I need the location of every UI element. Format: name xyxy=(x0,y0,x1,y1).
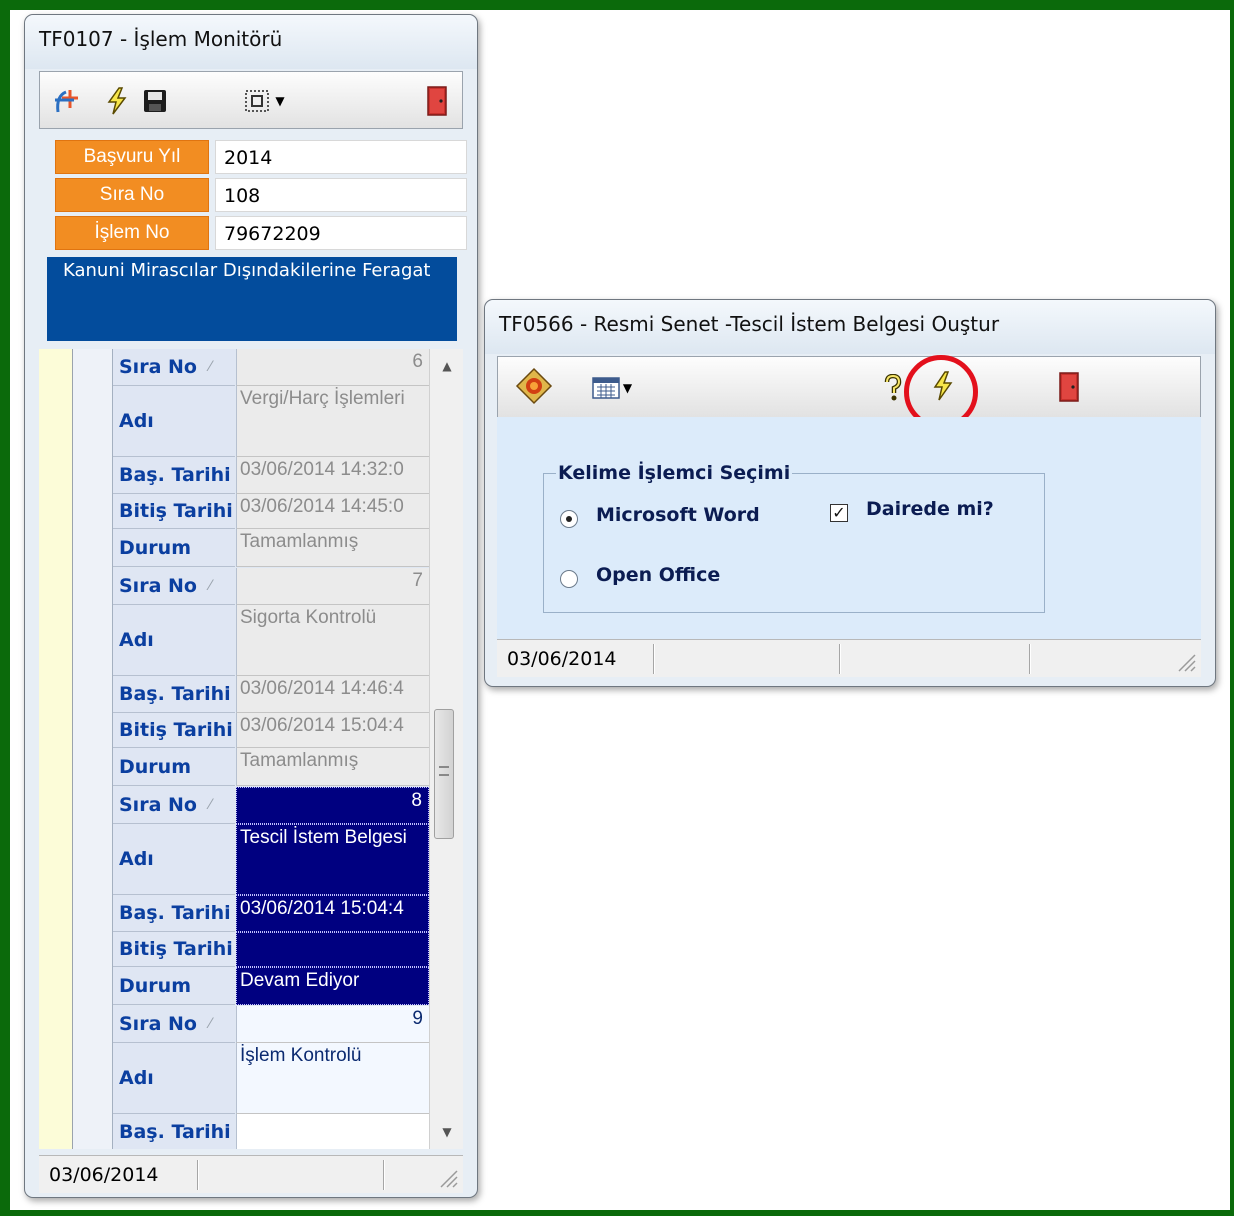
resize-grip-icon[interactable] xyxy=(437,1167,459,1189)
adi-label: Adı xyxy=(113,824,235,895)
grip-icon xyxy=(439,766,449,776)
status-divider xyxy=(1029,644,1031,674)
dairede-mi-checkbox[interactable]: ✓ xyxy=(830,504,848,522)
dialog-content: Kelime İşlemci Seçimi Microsoft Word Ope… xyxy=(497,417,1201,639)
status-date: 03/06/2014 xyxy=(49,1164,159,1186)
sira-no-label: Sıra No ⁄ xyxy=(113,1006,235,1043)
adi-label: Adı xyxy=(113,605,235,676)
resmi-senet-window: TF0566 - Resmi Senet -Tescil İstem Belge… xyxy=(484,299,1216,687)
sira-no-value[interactable]: 6 xyxy=(236,349,429,386)
status-divider xyxy=(839,644,841,674)
lightning-icon[interactable] xyxy=(100,84,134,118)
exit-door-icon[interactable] xyxy=(1052,370,1086,404)
durum-label: Durum xyxy=(113,748,235,786)
exit-door-icon[interactable] xyxy=(420,84,454,118)
sira-no-label: Sıra No ⁄ xyxy=(113,787,235,824)
open-office-label[interactable]: Open Office xyxy=(596,564,720,586)
adi-label: Adı xyxy=(113,386,235,457)
vertical-scrollbar[interactable]: ▲ ▼ xyxy=(429,349,463,1149)
bas-tarihi-value[interactable] xyxy=(236,1114,429,1149)
group-title: Kelime İşlemci Seçimi xyxy=(556,462,793,484)
status-date: 03/06/2014 xyxy=(507,648,617,670)
durum-value[interactable]: Tamamlanmış xyxy=(236,529,429,567)
grid-indent xyxy=(73,349,113,1149)
status-divider xyxy=(653,644,655,674)
adi-value[interactable]: Tescil İstem Belgesi xyxy=(236,824,429,895)
window-title: TF0566 - Resmi Senet -Tescil İstem Belge… xyxy=(485,300,1215,354)
status-bar: 03/06/2014 xyxy=(39,1155,463,1193)
islem-monitoru-window: TF0107 - İşlem Monitörü ▼ Başvuru Yıl 20… xyxy=(24,14,478,1198)
scrollbar-thumb[interactable] xyxy=(434,709,454,839)
bitis-tarihi-value[interactable] xyxy=(236,932,429,967)
adi-label: Adı xyxy=(113,1043,235,1114)
bitis-tarihi-label: Bitiş Tarihi xyxy=(113,713,235,748)
field-label: İşlem No xyxy=(55,216,209,250)
logo-icon[interactable] xyxy=(50,84,84,118)
bas-tarihi-label: Baş. Tarihi xyxy=(113,676,235,713)
bas-tarihi-value[interactable]: 03/06/2014 15:04:4 xyxy=(236,895,429,932)
open-office-radio[interactable] xyxy=(560,570,578,588)
sort-icon: ⁄ xyxy=(209,797,212,813)
bas-tarihi-label: Baş. Tarihi xyxy=(113,457,235,494)
dairede-mi-label[interactable]: Dairede mi? xyxy=(866,498,994,520)
sira-no-value[interactable]: 9 xyxy=(236,1006,429,1043)
sira-no-label: Sıra No ⁄ xyxy=(113,349,235,386)
microsoft-word-label[interactable]: Microsoft Word xyxy=(596,504,760,526)
word-processor-group: Kelime İşlemci Seçimi Microsoft Word Ope… xyxy=(543,462,1045,613)
adi-value[interactable]: Sigorta Kontrolü xyxy=(236,605,429,676)
status-bar: 03/06/2014 xyxy=(497,639,1201,677)
field-label: Başvuru Yıl xyxy=(55,140,209,174)
bitis-tarihi-value[interactable]: 03/06/2014 14:45:0 xyxy=(236,494,429,529)
layout-icon[interactable]: ▼ xyxy=(232,84,296,118)
durum-label: Durum xyxy=(113,529,235,567)
chevron-down-icon: ▼ xyxy=(622,381,633,395)
bas-tarihi-value[interactable]: 03/06/2014 14:32:0 xyxy=(236,457,429,494)
calendar-icon[interactable]: ▼ xyxy=(584,371,640,405)
bas-tarihi-label: Baş. Tarihi xyxy=(113,895,235,932)
save-icon[interactable] xyxy=(138,84,172,118)
chart-icon[interactable] xyxy=(514,367,554,405)
sort-icon: ⁄ xyxy=(209,359,212,375)
toolbar: ▼ xyxy=(497,355,1201,429)
scroll-up-arrow-icon[interactable]: ▲ xyxy=(430,349,463,383)
bitis-tarihi-label: Bitiş Tarihi xyxy=(113,932,235,967)
durum-label: Durum xyxy=(113,967,235,1005)
process-description: Kanuni Mirascılar Dışındakilerine Feraga… xyxy=(47,257,457,341)
sira-no-label: Sıra No ⁄ xyxy=(113,568,235,605)
sort-icon: ⁄ xyxy=(209,1016,212,1032)
sira-no-value[interactable]: 8 xyxy=(236,787,429,824)
scroll-down-arrow-icon[interactable]: ▼ xyxy=(430,1115,463,1149)
basvuru-yil-field[interactable]: 2014 xyxy=(215,140,467,174)
field-label: Sıra No xyxy=(55,178,209,212)
durum-value[interactable]: Tamamlanmış xyxy=(236,748,429,786)
microsoft-word-radio[interactable] xyxy=(560,510,578,528)
status-divider xyxy=(383,1160,385,1190)
sort-icon: ⁄ xyxy=(209,578,212,594)
islem-no-field[interactable]: 79672209 xyxy=(215,216,467,250)
bitis-tarihi-label: Bitiş Tarihi xyxy=(113,494,235,529)
grid-gutter xyxy=(39,349,73,1149)
status-divider xyxy=(197,1160,199,1190)
chevron-down-icon: ▼ xyxy=(275,94,285,108)
resize-grip-icon[interactable] xyxy=(1175,651,1197,673)
bitis-tarihi-value[interactable]: 03/06/2014 15:04:4 xyxy=(236,713,429,748)
sira-no-field[interactable]: 108 xyxy=(215,178,467,212)
bas-tarihi-label: Baş. Tarihi xyxy=(113,1114,235,1149)
process-grid[interactable]: Sıra No ⁄ 6 Adı Vergi/Harç İşlemleri Baş.… xyxy=(39,349,463,1149)
sira-no-value[interactable]: 7 xyxy=(236,568,429,605)
window-title: TF0107 - İşlem Monitörü xyxy=(25,15,477,69)
toolbar: ▼ xyxy=(39,71,463,129)
adi-value[interactable]: İşlem Kontrolü xyxy=(236,1043,429,1114)
durum-value[interactable]: Devam Ediyor xyxy=(236,967,429,1005)
adi-value[interactable]: Vergi/Harç İşlemleri xyxy=(236,386,429,457)
bas-tarihi-value[interactable]: 03/06/2014 14:46:4 xyxy=(236,676,429,713)
